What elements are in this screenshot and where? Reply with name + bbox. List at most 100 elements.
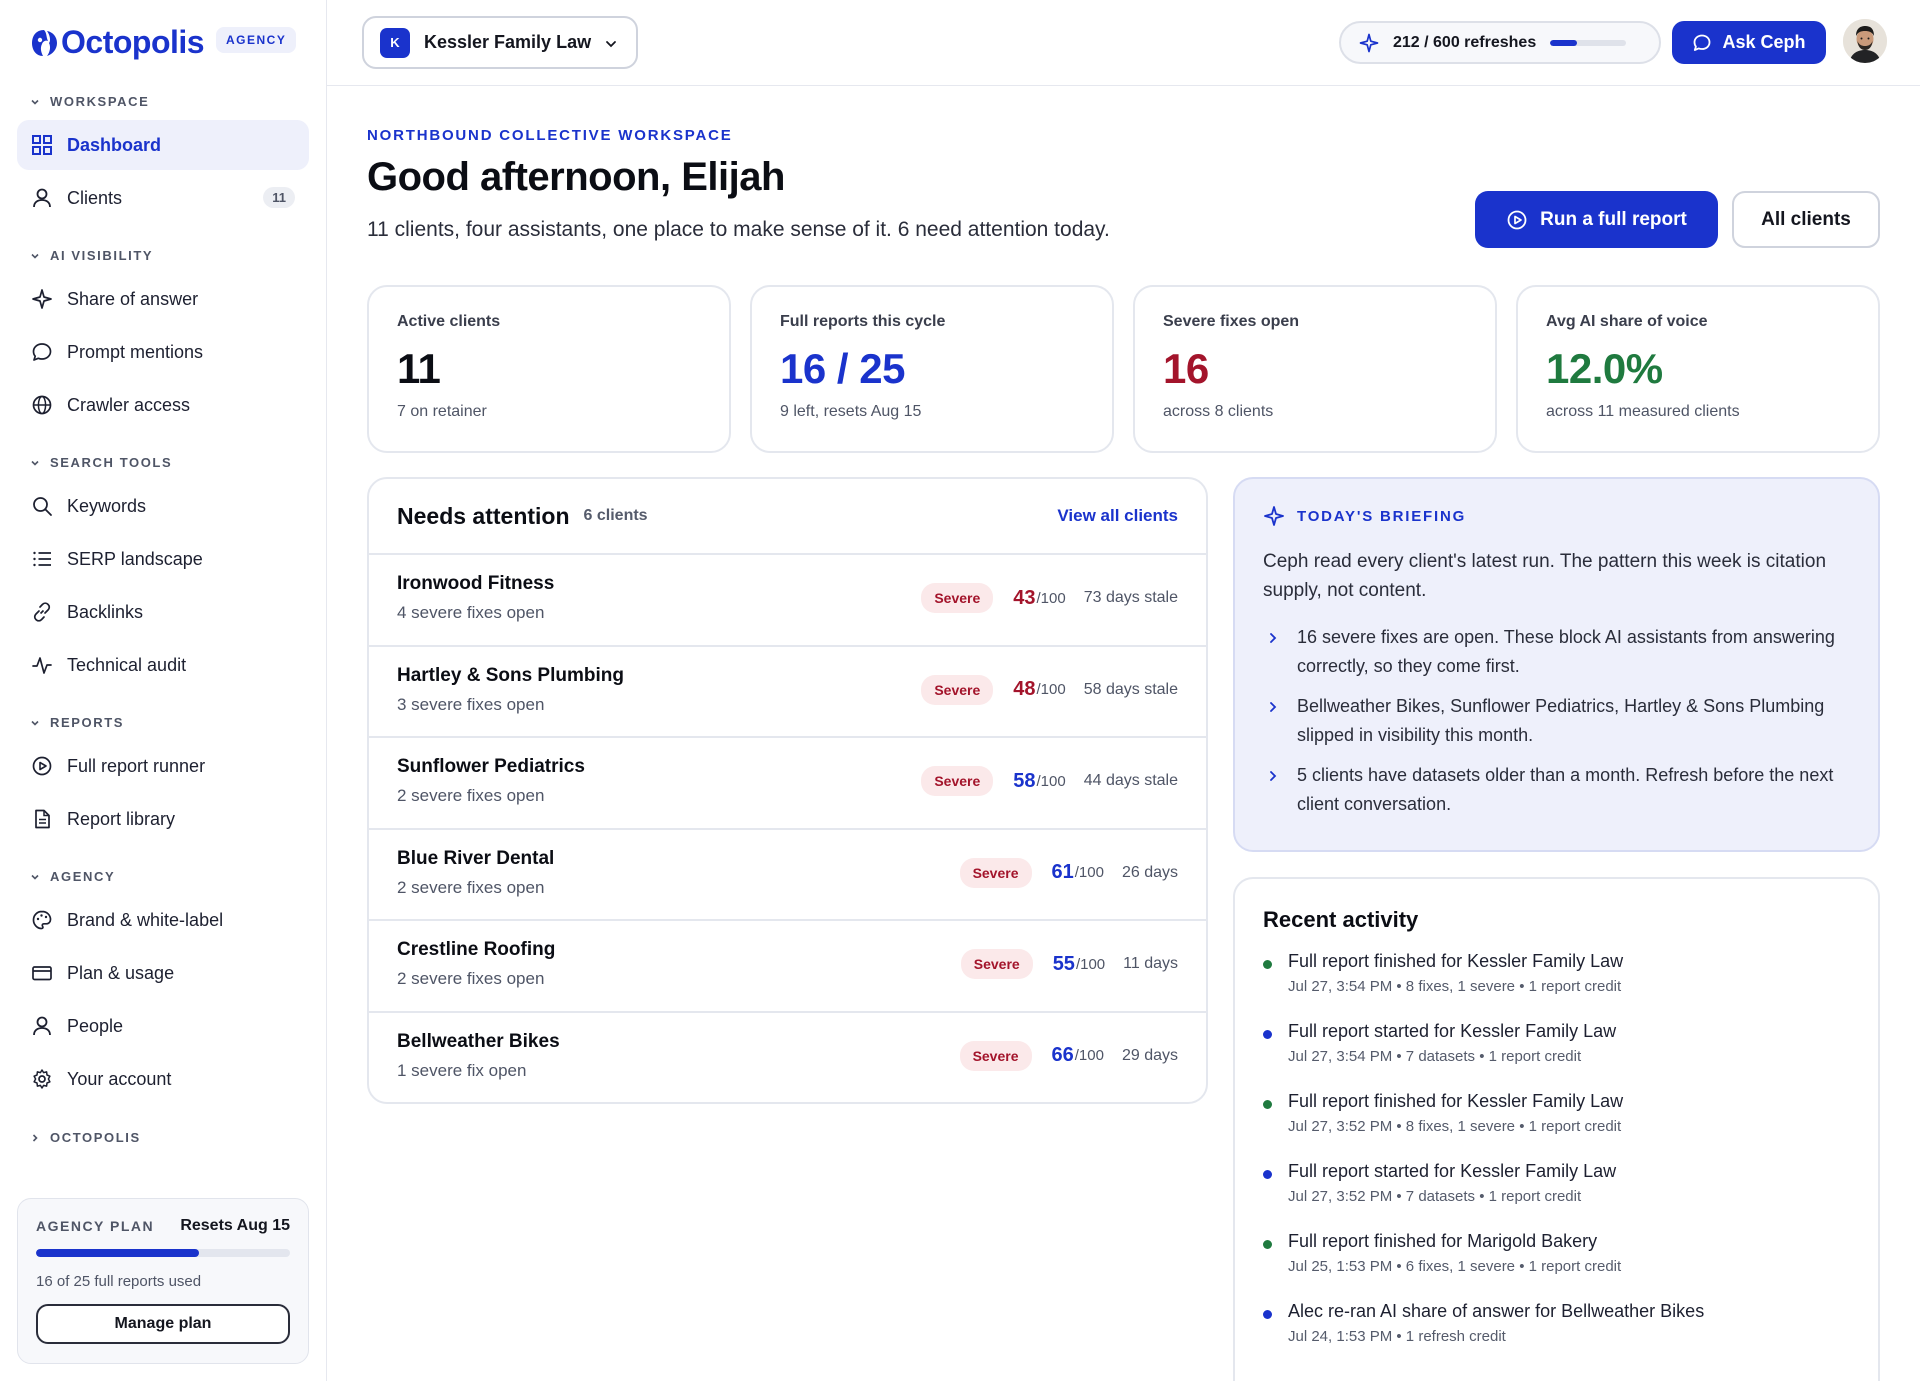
section-label: AI VISIBILITY: [50, 248, 154, 263]
section-agency[interactable]: AGENCY: [30, 869, 115, 884]
sidebar-item-serp-landscape[interactable]: SERP landscape: [17, 534, 309, 584]
chevron-right-icon: [1270, 771, 1277, 781]
sidebar-item-label: Backlinks: [67, 601, 144, 622]
stat-value: 11: [397, 345, 441, 392]
sidebar-item-label: Report library: [67, 808, 176, 829]
sidebar-item-label: Clients: [67, 187, 123, 208]
severity-badge: Severe: [921, 766, 994, 796]
attention-row[interactable]: Crestline Roofing 2 severe fixes open Seve…: [369, 921, 1206, 1013]
run-full-report-button[interactable]: Run a full report: [1475, 191, 1718, 248]
visibility-score: 66: [1051, 1044, 1074, 1066]
score-denominator: /100: [1075, 955, 1106, 973]
stat-card-active-clients: Active clients 11 7 on retainer: [367, 285, 731, 453]
sidebar-item-plan-usage[interactable]: Plan & usage: [17, 948, 309, 998]
ask-ceph-button[interactable]: Ask Ceph: [1672, 21, 1826, 64]
sidebar-item-clients[interactable]: Clients 11: [17, 173, 309, 223]
manage-plan-button[interactable]: Manage plan: [36, 1304, 290, 1344]
client-avatar: K: [380, 27, 410, 58]
visibility-score: 58: [1013, 769, 1036, 792]
user-icon: [31, 1015, 53, 1037]
view-all-clients-link[interactable]: View all clients: [1057, 506, 1178, 526]
status-dot: [1263, 960, 1272, 969]
sidebar-item-full-report-runner[interactable]: Full report runner: [17, 741, 309, 791]
stat-value: 16: [1163, 345, 1209, 392]
activity-item: Full report started for Kessler Family L…: [1263, 1021, 1850, 1091]
stat-value: 16 / 25: [780, 345, 905, 392]
section-workspace[interactable]: WORKSPACE: [30, 94, 149, 109]
stat-label: Active clients: [397, 313, 501, 330]
attention-row[interactable]: Hartley & Sons Plumbing 3 severe fixes op…: [369, 647, 1206, 738]
document-icon: [31, 808, 53, 830]
section-ai-visibility[interactable]: AI VISIBILITY: [30, 248, 153, 263]
chevron-down-icon: [31, 460, 39, 466]
all-clients-button[interactable]: All clients: [1732, 191, 1880, 248]
activity-meta: Jul 27, 3:54 PM • 7 datasets • 1 report …: [1288, 1048, 1582, 1065]
sidebar-item-label: Full report runner: [67, 755, 206, 776]
section-reports[interactable]: REPORTS: [30, 715, 124, 730]
sidebar-item-label: Brand & white-label: [67, 909, 224, 930]
client-switcher[interactable]: K Kessler Family Law: [362, 16, 638, 69]
palette-icon: [31, 909, 53, 931]
refresh-usage-pill[interactable]: 212 / 600 refreshes: [1339, 21, 1661, 64]
recent-activity-panel: Recent activity Full report finished for…: [1233, 877, 1880, 1381]
sidebar-item-keywords[interactable]: Keywords: [17, 481, 309, 531]
panel-title: Needs attention: [397, 502, 570, 529]
chevron-down-icon: [31, 720, 39, 726]
briefing-item: 16 severe fixes are open. These block AI…: [1263, 623, 1850, 681]
attention-list: Ironwood Fitness 4 severe fixes open Sever…: [369, 555, 1206, 1103]
section-search-tools[interactable]: SEARCH TOOLS: [30, 455, 172, 470]
sidebar-item-share-of-answer[interactable]: Share of answer: [17, 274, 309, 324]
activity-meta: Jul 27, 3:52 PM • 7 datasets • 1 report …: [1288, 1188, 1582, 1205]
section-label: AGENCY: [50, 869, 116, 884]
brand-logo[interactable]: Octopolis: [30, 24, 205, 61]
attention-row[interactable]: Sunflower Pediatrics 2 severe fixes open S…: [369, 738, 1206, 830]
briefing-item: Bellweather Bikes, Sunflower Pediatrics,…: [1263, 692, 1850, 750]
sidebar-item-report-library[interactable]: Report library: [17, 794, 309, 844]
page-subtitle: 11 clients, four assistants, one place t…: [367, 218, 1110, 241]
sidebar-item-your-account[interactable]: Your account: [17, 1054, 309, 1104]
sidebar-item-label: People: [67, 1015, 124, 1036]
activity-text: Full report started for Kessler Family L…: [1288, 1161, 1617, 1181]
sidebar-item-people[interactable]: People: [17, 1001, 309, 1051]
activity-item: Full report finished for Kessler Family …: [1263, 1091, 1850, 1161]
sidebar-item-backlinks[interactable]: Backlinks: [17, 587, 309, 637]
attention-row[interactable]: Ironwood Fitness 4 severe fixes open Sever…: [369, 555, 1206, 647]
sidebar-item-technical-audit[interactable]: Technical audit: [17, 640, 309, 690]
activity-meta: Jul 24, 1:53 PM • 1 refresh credit: [1288, 1328, 1506, 1345]
section-label: REPORTS: [50, 715, 125, 730]
status-dot: [1263, 1170, 1272, 1179]
brand-name: Octopolis: [61, 24, 205, 60]
attention-row[interactable]: Blue River Dental 2 severe fixes open Seve…: [369, 830, 1206, 921]
todays-briefing-panel: TODAY'S BRIEFING Ceph read every client'…: [1233, 477, 1880, 852]
chevron-down-icon: [31, 874, 39, 880]
staleness: 44 days stale: [1083, 772, 1178, 789]
row-metrics: Severe 66/100 29 days: [959, 1040, 1178, 1071]
search-icon: [31, 495, 53, 517]
sparkle-icon: [1264, 506, 1284, 526]
score-denominator: /100: [1036, 772, 1066, 790]
attention-row[interactable]: Bellweather Bikes 1 severe fix open Severe…: [369, 1013, 1206, 1103]
sidebar: Octopolis AGENCY WORKSPACE Dashboard Cli…: [0, 0, 327, 1381]
ask-ceph-label: Ask Ceph: [1722, 32, 1806, 52]
sidebar-item-crawler-access[interactable]: Crawler access: [17, 380, 309, 430]
sidebar-item-dashboard[interactable]: Dashboard: [17, 120, 309, 170]
plan-usage-bar-fill: [36, 1249, 199, 1257]
activity-meta: Jul 27, 3:54 PM • 8 fixes, 1 severe • 1 …: [1288, 978, 1622, 995]
section-octopolis[interactable]: OCTOPOLIS: [30, 1130, 141, 1145]
visibility-score: 55: [1052, 952, 1075, 975]
score-denominator: /100: [1036, 681, 1066, 698]
staleness: 29 days: [1121, 1046, 1178, 1064]
user-portrait-icon: [1843, 19, 1887, 63]
refresh-count: 212 / 600 refreshes: [1393, 33, 1537, 51]
gear-icon: [31, 1068, 53, 1090]
chevron-down-icon: [606, 41, 616, 48]
grid-icon: [31, 134, 53, 156]
activity-meta: Jul 27, 3:52 PM • 8 fixes, 1 severe • 1 …: [1288, 1118, 1622, 1135]
sidebar-item-prompt-mentions[interactable]: Prompt mentions: [17, 327, 309, 377]
activity-item: Full report started for Kessler Family L…: [1263, 1161, 1850, 1231]
score-denominator: /100: [1074, 1047, 1104, 1064]
user-avatar[interactable]: [1843, 19, 1887, 63]
activity-text: Alec re-ran AI share of answer for Bellw…: [1288, 1301, 1705, 1321]
sidebar-item-label: Technical audit: [67, 654, 187, 675]
sidebar-item-brand-white-label[interactable]: Brand & white-label: [17, 895, 309, 945]
